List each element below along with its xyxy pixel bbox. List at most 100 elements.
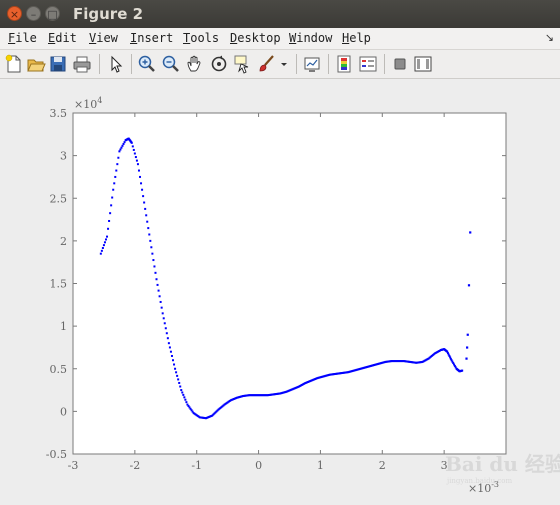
data-point (122, 142, 125, 145)
data-point (177, 378, 180, 381)
data-point (144, 207, 147, 210)
open-file-icon[interactable] (26, 54, 46, 74)
rotate-3d-icon[interactable] (209, 54, 229, 74)
data-point (114, 175, 117, 178)
y-tick-label: 0 (60, 405, 67, 418)
watermark: Bai du 经验 jingyan.baidu.com (445, 452, 560, 485)
show-plot-tools-icon[interactable] (413, 54, 433, 74)
data-point (116, 163, 119, 166)
x-tick-label: -1 (191, 459, 202, 472)
menu-file[interactable]: File (8, 31, 37, 45)
data-point (135, 159, 138, 162)
menu-view[interactable]: View (89, 31, 118, 45)
minimize-window-button[interactable]: – (26, 6, 41, 21)
figure-canvas: -3 -2 -1 0 1 2 3 -0.5 0 0.5 1 1.5 2 2.5 3 3.5 ×104 ×10-… (0, 79, 560, 501)
pan-icon[interactable] (185, 54, 205, 74)
data-point (146, 220, 149, 223)
menu-window[interactable]: Window (289, 31, 332, 45)
y-tick-label: 3.5 (50, 107, 68, 120)
x-tick-label: 2 (379, 459, 386, 472)
data-point (167, 342, 170, 345)
toolbar-separator (131, 54, 132, 74)
data-point (106, 235, 109, 238)
toolbar-separator (99, 54, 100, 74)
data-point (120, 146, 123, 149)
data-point (123, 141, 126, 144)
watermark-text: Bai du 经验 (445, 452, 560, 476)
close-window-button[interactable]: × (7, 6, 22, 21)
data-point (99, 252, 102, 255)
data-point (148, 233, 151, 236)
data-point (141, 188, 144, 191)
data-point (115, 169, 118, 172)
data-point (139, 175, 142, 178)
data-point (143, 201, 146, 204)
menu-edit[interactable]: Edit (48, 31, 77, 45)
data-point (176, 374, 179, 377)
data-point (179, 385, 182, 388)
data-point (136, 163, 139, 166)
data-point (159, 300, 162, 303)
data-point (103, 241, 106, 244)
data-point (160, 306, 163, 309)
data-point (168, 346, 171, 349)
colorbar-icon[interactable] (334, 54, 354, 74)
data-point (121, 144, 124, 147)
menu-insert[interactable]: Insert (130, 31, 173, 45)
data-point (469, 231, 472, 234)
data-point (117, 156, 120, 159)
link-plot-icon[interactable] (302, 54, 322, 74)
brush-icon[interactable] (257, 54, 277, 74)
plot-svg[interactable]: -3 -2 -1 0 1 2 3-0.500.511.522.533.5 ×104 ×10-… (0, 79, 560, 501)
data-point (104, 238, 107, 241)
x-tick-label: -2 (129, 459, 140, 472)
data-point (164, 327, 167, 330)
zoom-in-icon[interactable] (137, 54, 157, 74)
data-point (158, 295, 161, 298)
data-cursor-icon[interactable] (233, 54, 253, 74)
data-point (174, 367, 177, 370)
menu-overflow-icon[interactable]: ↘ (545, 31, 554, 44)
data-point (184, 398, 187, 401)
y-tick-label: 1 (60, 320, 67, 333)
data-point (101, 246, 104, 249)
data-point (109, 212, 112, 215)
watermark-sub: jingyan.baidu.com (446, 477, 513, 485)
hide-plot-tools-icon[interactable] (390, 54, 410, 74)
data-point (163, 322, 166, 325)
y-tick-label: 0.5 (50, 363, 68, 376)
data-point (140, 182, 143, 185)
menu-desktop[interactable]: Desktop (230, 31, 281, 45)
data-point (467, 284, 471, 287)
y-exponent-label: ×104 (74, 96, 102, 111)
pointer-icon[interactable] (106, 54, 126, 74)
y-tick-label: 3 (60, 150, 67, 163)
data-point (156, 283, 159, 286)
data-point (161, 312, 164, 315)
legend-icon[interactable] (358, 54, 378, 74)
data-point (142, 195, 145, 198)
maximize-window-button[interactable]: □ (45, 6, 60, 21)
data-point (149, 239, 152, 242)
window-title: Figure 2 (73, 5, 144, 23)
data-point (137, 169, 140, 172)
menu-tools[interactable]: Tools (183, 31, 219, 45)
data-point (169, 350, 172, 353)
data-point (465, 357, 468, 360)
data-point (466, 346, 469, 349)
new-figure-icon[interactable] (4, 54, 24, 74)
save-icon[interactable] (48, 54, 68, 74)
print-icon[interactable] (72, 54, 92, 74)
data-point (175, 371, 178, 374)
data-point (170, 354, 173, 357)
data-point (102, 244, 105, 247)
data-point (181, 391, 184, 394)
data-point (107, 227, 110, 230)
data-point (155, 278, 158, 281)
data-point (461, 369, 464, 372)
x-tick-label: 1 (317, 459, 324, 472)
toolbar-separator (296, 54, 297, 74)
zoom-out-icon[interactable] (161, 54, 181, 74)
brush-dropdown-icon[interactable] (278, 54, 290, 74)
menu-help[interactable]: Help (342, 31, 371, 45)
